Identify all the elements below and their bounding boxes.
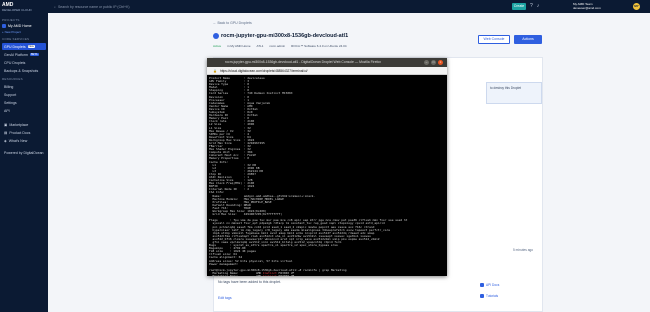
search-placeholder: Search by resource name or public IP (Ct… (57, 4, 130, 9)
tutorials-link[interactable]: Tutorials (480, 294, 498, 298)
sidebar: AMD DEVELOPER CLOUD PROJECTS My AMD Home… (0, 0, 48, 312)
project-link[interactable]: in My AMD Home (227, 44, 250, 48)
api-docs-label: API Docs (486, 283, 500, 287)
sidebar-item-whats-new[interactable]: ◈ What's New (2, 137, 46, 144)
core-services-header: CORE SERVICES (2, 37, 30, 41)
sidebar-item-cpu-droplets[interactable]: CPU Droplets (2, 59, 46, 66)
beta-badge: BETA (29, 53, 39, 56)
projects-header: PROJECTS (2, 18, 20, 22)
search-icon: ⌕ (54, 4, 56, 9)
api-docs-link[interactable]: API Docs (480, 283, 499, 287)
project-icon (2, 24, 6, 28)
notification-bell-icon[interactable]: ♪ (537, 3, 540, 9)
search-input[interactable]: ⌕ Search by resource name or public IP (… (54, 3, 304, 11)
project-selector[interactable]: My AMD Home (2, 24, 46, 28)
window-title-text: rocm-jupyter-gpu-mi300x8-1536gb-devcloud… (225, 60, 381, 64)
web-console-window[interactable]: rocm-jupyter-gpu-mi300x8-1536gb-devcloud… (207, 58, 447, 276)
new-project-link[interactable]: + New Project (2, 30, 46, 34)
image-link[interactable]: ROCm™ Software 6.4.0 on Ubuntu 24.04 (291, 44, 346, 48)
amd-logo[interactable]: AMD DEVELOPER CLOUD (2, 3, 46, 13)
back-link[interactable]: ← Back to GPU Droplets (213, 21, 252, 25)
droplet-icon (213, 33, 219, 39)
url-text: https://cloud.digitalocean.com/droplets/… (219, 68, 308, 73)
resources-header: RESOURCES (2, 77, 23, 81)
sidebar-item-gpu-droplets[interactable]: GPU Droplets New (2, 43, 46, 50)
create-button[interactable]: Create (512, 3, 526, 10)
region-label: ATL1 (256, 44, 264, 48)
sidebar-item-label: Marketplace (9, 122, 29, 127)
tutorials-label: Tutorials (486, 294, 499, 298)
close-icon[interactable]: × (438, 60, 443, 65)
docs-icon: ▤ (4, 130, 8, 135)
user-label: rocm.admin (269, 44, 286, 48)
marketing-name-line: Marketing Name: AMD Instinct MI300X VF (209, 274, 295, 276)
sidebar-item-settings[interactable]: Settings (2, 99, 46, 106)
window-title: rocm-jupyter-gpu-mi300x8-1536gb-devcloud… (207, 58, 447, 67)
marketplace-icon: ▣ (4, 122, 8, 127)
timestamp: 5 minutes ago (513, 248, 534, 252)
sidebar-item-billing[interactable]: Billing (2, 83, 46, 90)
page-title: rocm-jupyter-gpu-mi300x8-1536gb-devcloud… (221, 33, 349, 39)
sidebar-item-product-docs[interactable]: ▤ Product Docs (2, 129, 46, 136)
no-tags-text: No tags have been added to this droplet. (218, 280, 282, 284)
new-badge: New (27, 45, 35, 48)
sidebar-item-label: GPU Droplets (4, 44, 26, 49)
powered-by: Powered by DigitalOcean (4, 150, 44, 155)
sidebar-item-label: What's New (8, 138, 28, 143)
sidebar-item-api[interactable]: API (2, 107, 46, 114)
minimize-icon[interactable]: – (424, 60, 429, 65)
tutorials-icon (480, 294, 484, 298)
lock-icon: 🔒 (213, 68, 217, 73)
window-controls: – □ × (424, 60, 443, 65)
droplet-meta: Active in My AMD Home ATL1 rocm.admin RO… (213, 44, 347, 48)
status-badge: Active (213, 44, 222, 48)
top-icons: ? ♪ (530, 3, 539, 9)
sidebar-item-support[interactable]: Support (2, 91, 46, 98)
sidebar-item-label: GenAI Platform (4, 52, 28, 57)
megaphone-icon: ◈ (4, 138, 7, 143)
web-console-button[interactable]: Web Console (478, 35, 510, 44)
actions-button[interactable]: Actions (514, 35, 542, 44)
terminal-output[interactable]: Product Name : deviceless GPU Family : 3D… (207, 75, 447, 276)
sidebar-item-genai-platform[interactable]: GenAI Platform BETA (2, 51, 46, 58)
sidebar-item-backups[interactable]: Backups & Snapshots (2, 67, 46, 74)
avatar[interactable]: MY (633, 3, 640, 10)
url-bar[interactable]: 🔒 https://cloud.digitalocean.com/droplet… (207, 67, 447, 75)
edit-tags-link[interactable]: Edit tags (218, 296, 232, 300)
logo-subtitle: DEVELOPER CLOUD (2, 8, 32, 12)
project-name: My AMD Home (8, 24, 32, 28)
top-bar: ⌕ Search by resource name or public IP (… (48, 0, 650, 13)
api-docs-icon (480, 283, 484, 287)
sidebar-item-label: Product Docs (9, 130, 31, 135)
sidebar-item-marketplace[interactable]: ▣ Marketplace (2, 121, 46, 128)
account-menu[interactable]: My AMD Team deveuser@amd.com (573, 2, 601, 10)
destroy-info-card: to destroy this Droplet (486, 82, 542, 104)
help-icon[interactable]: ? (530, 3, 533, 9)
maximize-icon[interactable]: □ (431, 60, 436, 65)
account-email: deveuser@amd.com (573, 6, 601, 10)
